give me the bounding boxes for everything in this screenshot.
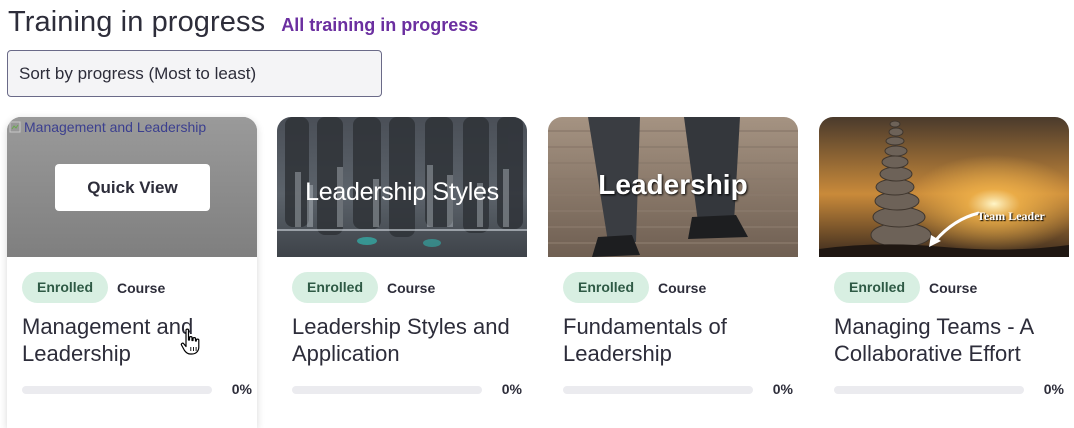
progress-percent: 0% — [501, 381, 522, 397]
progress: 0% — [292, 381, 522, 399]
progress: 0% — [22, 381, 252, 399]
quick-view-button[interactable]: Quick View — [55, 164, 210, 211]
broken-image-alt: Management and Leadership — [9, 119, 206, 135]
enrolled-badge: Enrolled — [22, 272, 109, 303]
progress: 0% — [834, 381, 1064, 399]
course-card[interactable]: Leadership Styles Enrolled Course Leader… — [277, 117, 527, 428]
content-type: Course — [658, 279, 707, 296]
course-card[interactable]: Leadership Enrolled Course Fundamentals … — [548, 117, 798, 428]
image-alt-text: Management and Leadership — [24, 119, 207, 135]
thumbnail-image — [819, 117, 1069, 257]
content-type: Course — [929, 279, 978, 296]
card-meta: Enrolled Course — [292, 272, 435, 303]
course-title[interactable]: Fundamentals of Leadership — [563, 313, 788, 367]
progress-track — [563, 386, 753, 394]
hand-pointer-cursor-icon — [180, 328, 200, 355]
course-thumbnail[interactable]: Team Leader — [819, 117, 1069, 257]
thumbnail-caption: Team Leader — [977, 209, 1045, 223]
card-meta: Enrolled Course — [834, 272, 977, 303]
page-title: Training in progress — [8, 6, 266, 38]
all-training-link[interactable]: All training in progress — [281, 15, 478, 36]
enrolled-badge: Enrolled — [292, 272, 379, 303]
course-thumbnail[interactable]: Leadership — [548, 117, 798, 257]
course-card[interactable]: Team Leader Enrolled Course Managing Tea… — [819, 117, 1069, 428]
enrolled-badge: Enrolled — [834, 272, 921, 303]
progress-percent: 0% — [231, 381, 252, 397]
thumbnail-caption: Leadership — [598, 169, 748, 200]
content-type: Course — [387, 279, 436, 296]
progress-track — [834, 386, 1024, 394]
course-thumbnail[interactable]: Management and Leadership Quick View — [7, 117, 257, 257]
progress: 0% — [563, 381, 793, 399]
section-header: Training in progress All training in pro… — [8, 6, 478, 39]
progress-track — [292, 386, 482, 394]
content-type: Course — [117, 279, 166, 296]
course-title[interactable]: Managing Teams - A Collaborative Effort — [834, 313, 1059, 367]
progress-track — [22, 386, 212, 394]
course-thumbnail[interactable]: Leadership Styles — [277, 117, 527, 257]
course-title[interactable]: Management and Leadership — [22, 313, 247, 367]
card-meta: Enrolled Course — [22, 272, 165, 303]
progress-percent: 0% — [772, 381, 793, 397]
card-meta: Enrolled Course — [563, 272, 706, 303]
enrolled-badge: Enrolled — [563, 272, 650, 303]
sort-dropdown[interactable]: Sort by progress (Most to least) — [7, 50, 382, 97]
thumbnail-caption: Leadership Styles — [305, 178, 499, 206]
course-card[interactable]: Management and Leadership Quick View Enr… — [7, 117, 257, 428]
course-title[interactable]: Leadership Styles and Application — [292, 313, 517, 367]
progress-percent: 0% — [1043, 381, 1064, 397]
broken-image-icon — [9, 121, 21, 133]
